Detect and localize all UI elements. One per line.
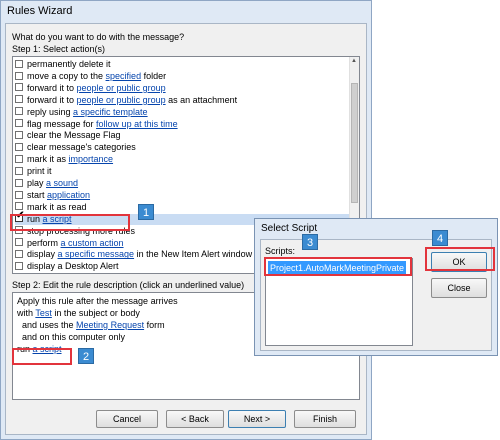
- action-link[interactable]: importance: [69, 154, 114, 164]
- next-button[interactable]: Next >: [228, 410, 286, 428]
- step2-label: Step 2: Edit the rule description (click…: [12, 280, 245, 290]
- description-link[interactable]: Meeting Request: [76, 320, 144, 330]
- scroll-thumb[interactable]: [351, 83, 358, 203]
- action-text: display a Desktop Alert: [27, 261, 119, 272]
- action-checkbox[interactable]: [15, 95, 23, 104]
- action-text: mark it as read: [27, 201, 87, 212]
- select-script-dialog: Select Script Scripts: Project1.AutoMark…: [254, 218, 498, 356]
- action-text: perform: [27, 237, 61, 248]
- action-row[interactable]: reply using a specific template: [15, 107, 349, 118]
- action-text: print it: [27, 166, 52, 177]
- action-link[interactable]: a specific message: [58, 249, 135, 259]
- action-text: permanently delete it: [27, 59, 111, 69]
- step1-label: Step 1: Select action(s): [12, 44, 106, 54]
- callout-badge-2: 2: [78, 348, 94, 364]
- action-text-suffix: as an attachment: [165, 94, 238, 105]
- action-checkbox[interactable]: [15, 238, 23, 247]
- action-checkbox[interactable]: [15, 131, 23, 140]
- description-line: with Test in the subject or body: [17, 308, 140, 318]
- action-text: reply using: [27, 106, 74, 117]
- action-text: start: [27, 189, 48, 200]
- action-link[interactable]: people or public group: [77, 83, 166, 93]
- action-checkbox[interactable]: [15, 250, 23, 259]
- callout-badge-3: 3: [302, 234, 318, 250]
- action-link[interactable]: a custom action: [61, 238, 124, 248]
- scroll-up-arrow-icon[interactable]: ▲: [351, 58, 357, 64]
- action-text: move a copy to the: [27, 70, 106, 81]
- cancel-button[interactable]: Cancel: [96, 410, 158, 428]
- action-link[interactable]: follow up at this time: [96, 119, 178, 129]
- action-text: forward it to: [27, 94, 77, 105]
- action-checkbox[interactable]: [15, 59, 23, 68]
- description-text-suffix: in the subject or body: [51, 308, 140, 318]
- run-script-action-highlight: [10, 214, 130, 231]
- action-checkbox[interactable]: [15, 261, 23, 270]
- description-line: and uses the Meeting Request form: [17, 320, 165, 330]
- action-text-suffix: in the New Item Alert window: [134, 249, 253, 260]
- description-run-script-highlight: [12, 348, 72, 365]
- action-checkbox[interactable]: [15, 190, 23, 199]
- action-checkbox[interactable]: [15, 202, 23, 211]
- action-text: play: [27, 178, 47, 188]
- title-bar: Rules Wizard: [1, 1, 371, 23]
- finish-button[interactable]: Finish: [294, 410, 356, 428]
- action-row[interactable]: mark it as read: [15, 202, 349, 213]
- action-checkbox[interactable]: [15, 83, 23, 92]
- action-row[interactable]: start application: [15, 190, 349, 201]
- description-text: and on this computer only: [17, 332, 126, 342]
- action-link[interactable]: a sound: [46, 178, 78, 188]
- action-checkbox[interactable]: [15, 166, 23, 175]
- action-row[interactable]: permanently delete it: [15, 59, 349, 70]
- action-row[interactable]: flag message for follow up at this time: [15, 119, 349, 130]
- action-row[interactable]: forward it to people or public group: [15, 83, 349, 94]
- action-link[interactable]: a specific template: [73, 107, 148, 117]
- action-text-suffix: folder: [141, 70, 167, 81]
- action-link[interactable]: application: [47, 190, 90, 200]
- callout-badge-1: 1: [138, 204, 154, 220]
- scripts-label: Scripts:: [265, 246, 296, 256]
- action-checkbox[interactable]: [15, 119, 23, 128]
- action-link[interactable]: specified: [106, 71, 142, 81]
- action-row[interactable]: play a sound: [15, 178, 349, 189]
- description-text: and uses the: [17, 320, 77, 330]
- select-script-title: Select Script: [261, 223, 318, 234]
- callout-badge-4: 4: [432, 230, 448, 246]
- description-line: Apply this rule after the message arrive…: [17, 296, 178, 306]
- action-row[interactable]: forward it to people or public group as …: [15, 95, 349, 106]
- close-button[interactable]: Close: [431, 278, 487, 298]
- question-label: What do you want to do with the message?: [12, 32, 185, 42]
- action-row[interactable]: mark it as importance: [15, 154, 349, 165]
- action-row[interactable]: clear the Message Flag: [15, 130, 349, 141]
- action-checkbox[interactable]: [15, 142, 23, 151]
- action-checkbox[interactable]: [15, 71, 23, 80]
- action-text: clear message's categories: [27, 142, 136, 153]
- action-row[interactable]: clear message's categories: [15, 142, 349, 153]
- action-row[interactable]: print it: [15, 166, 349, 177]
- script-selection-highlight: [264, 257, 412, 276]
- action-text: display: [27, 249, 58, 260]
- action-text: forward it to: [27, 82, 77, 93]
- action-text: clear the Message Flag: [27, 130, 121, 141]
- action-checkbox[interactable]: [15, 107, 23, 116]
- action-checkbox[interactable]: [15, 178, 23, 187]
- window-title: Rules Wizard: [7, 5, 73, 17]
- back-button[interactable]: < Back: [166, 410, 224, 428]
- description-text: with: [17, 308, 36, 318]
- description-link[interactable]: Test: [35, 308, 52, 318]
- description-text-suffix: form: [144, 320, 165, 330]
- action-text: flag message for: [27, 118, 97, 129]
- description-line: and on this computer only: [17, 332, 125, 342]
- action-checkbox[interactable]: [15, 154, 23, 163]
- action-row[interactable]: move a copy to the specified folder: [15, 71, 349, 82]
- action-link[interactable]: people or public group: [77, 95, 166, 105]
- action-text: mark it as: [27, 154, 69, 165]
- ok-button-highlight: [425, 247, 495, 271]
- description-text: Apply this rule after the message arrive…: [17, 296, 178, 306]
